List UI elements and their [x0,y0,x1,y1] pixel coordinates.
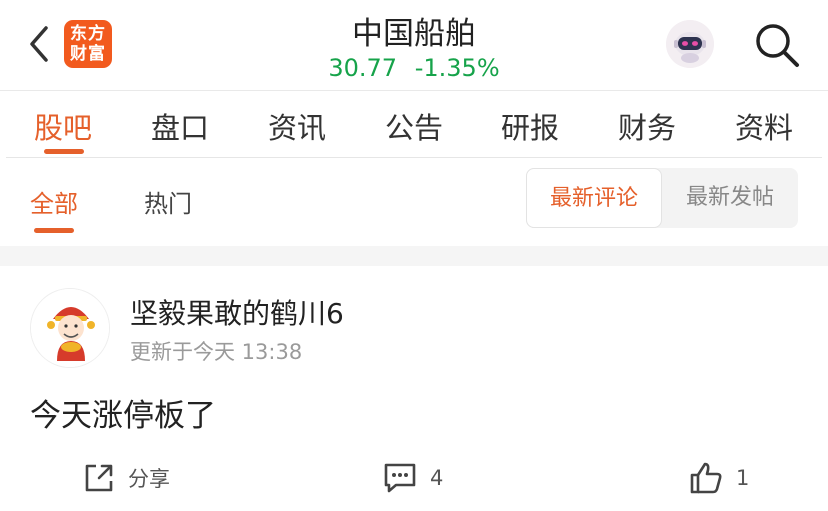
sort-latest-post-button[interactable]: 最新发帖 [662,168,798,228]
tab-profile[interactable]: 资料 [735,105,793,147]
section-gap [0,246,828,266]
like-count: 1 [736,466,750,490]
main-tab-bar: 股吧 盘口 资讯 公告 研报 财务 资料 [0,90,828,158]
tab-research[interactable]: 研报 [501,105,559,147]
active-subtab-indicator [34,228,74,233]
avatar[interactable] [30,288,110,368]
share-label: 分享 [128,467,170,491]
sort-latest-comment-button[interactable]: 最新评论 [526,168,662,228]
post-content[interactable]: 今天涨停板了 [30,390,216,435]
stock-price: 30.77 [328,54,398,82]
stock-name: 中国船舶 [352,16,476,52]
search-icon[interactable] [752,20,802,70]
tab-news[interactable]: 资讯 [268,105,326,147]
comment-count: 4 [430,466,444,490]
post-card[interactable]: 坚毅果敢的鹤川6 更新于今天 13:38 今天涨停板了 分享 4 1 [0,266,828,511]
share-icon [85,464,113,492]
sub-tab-bar: 全部 热门 最新评论 最新发帖 [0,158,828,246]
stock-quote: 30.77 -1.35% [264,54,564,82]
comment-button[interactable]: 4 [382,458,443,498]
tab-pankou[interactable]: 盘口 [151,105,209,147]
stock-change-pct: -1.35% [414,54,500,82]
like-button[interactable]: 1 [688,458,749,498]
tab-guba[interactable]: 股吧 [34,105,92,147]
tab-announcements[interactable]: 公告 [385,105,443,147]
sort-toggle: 最新评论 最新发帖 [526,168,798,228]
thumbs-up-icon [690,462,722,494]
back-chevron-icon[interactable] [22,22,58,66]
comment-icon [384,463,416,493]
active-tab-indicator [44,149,84,154]
top-bar: 东方 财富 中国船舶 30.77 -1.35% [0,0,828,90]
robot-avatar-icon[interactable] [666,20,714,68]
tab-finance[interactable]: 财务 [618,105,676,147]
username[interactable]: 坚毅果敢的鹤川6 [130,292,344,332]
subtab-hot[interactable]: 热门 [144,184,192,219]
post-timestamp: 更新于今天 13:38 [130,340,303,364]
brand-logo: 东方 财富 [64,20,112,68]
subtab-all[interactable]: 全部 [30,184,78,219]
share-button[interactable]: 分享 [82,458,170,498]
